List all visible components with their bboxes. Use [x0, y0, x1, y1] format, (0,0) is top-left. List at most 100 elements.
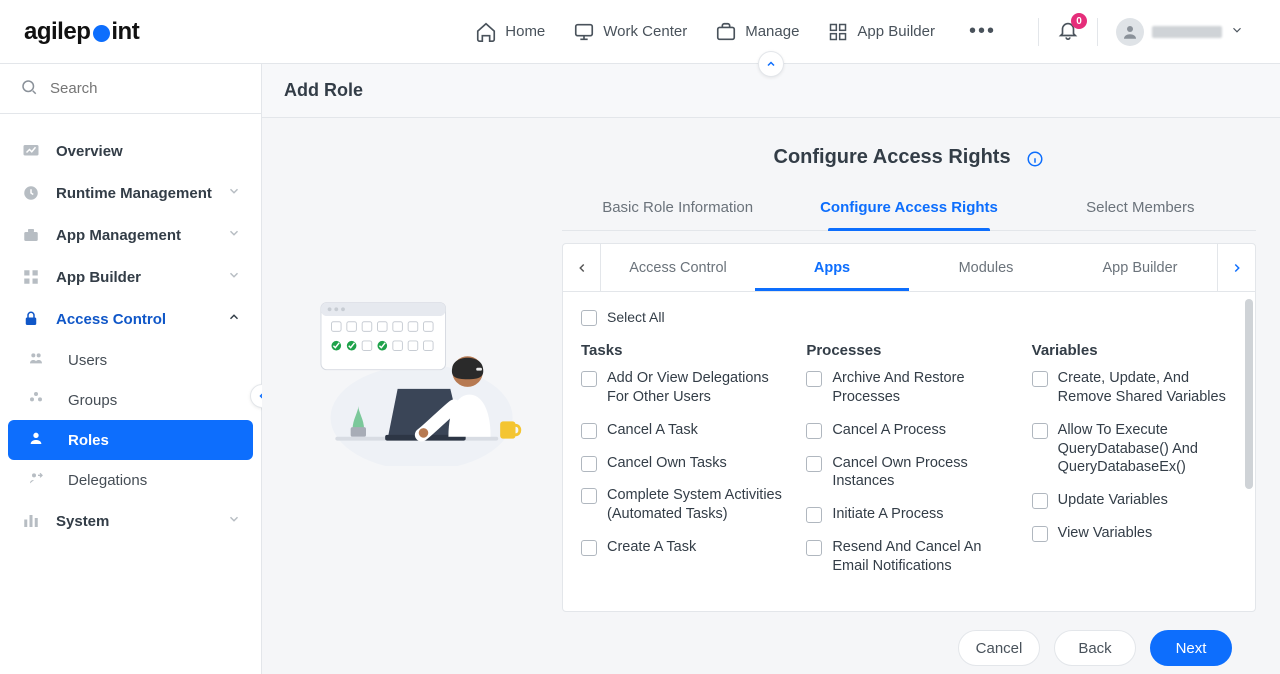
brand-post: int	[111, 18, 139, 46]
perm-label: Add Or View Delegations For Other Users	[607, 369, 786, 407]
perm-checkbox[interactable]	[1032, 423, 1048, 439]
back-button[interactable]: Back	[1054, 630, 1136, 666]
cat-tab-label: Apps	[814, 260, 850, 276]
sidebar-item-app-management[interactable]: App Management	[8, 214, 253, 256]
groups-icon	[28, 390, 46, 410]
perm-label: Create, Update, And Remove Shared Variab…	[1058, 369, 1237, 407]
perm-checkbox[interactable]	[1032, 371, 1048, 387]
column-heading: Processes	[806, 342, 1011, 359]
perm-label: Allow To Execute QueryDatabase() And Que…	[1058, 421, 1237, 478]
search-input[interactable]	[48, 79, 241, 98]
briefcase-icon	[715, 21, 737, 43]
perm-label: Update Variables	[1058, 491, 1168, 510]
scrollbar[interactable]	[1245, 299, 1253, 603]
nav-app-builder[interactable]: App Builder	[827, 21, 935, 43]
nav-app-builder-label: App Builder	[857, 23, 935, 40]
step-configure-rights[interactable]: Configure Access Rights	[793, 187, 1024, 230]
divider	[1097, 18, 1098, 46]
nav-manage[interactable]: Manage	[715, 21, 799, 43]
system-icon	[20, 512, 42, 530]
cat-tab-app-builder[interactable]: App Builder	[1063, 246, 1217, 290]
step-basic-info[interactable]: Basic Role Information	[562, 187, 793, 230]
collapse-header-button[interactable]	[758, 51, 784, 77]
sidebar-item-runtime[interactable]: Runtime Management	[8, 172, 253, 214]
next-button[interactable]: Next	[1150, 630, 1232, 666]
nav-more-icon[interactable]: •••	[963, 20, 1002, 43]
notifications-badge: 0	[1071, 13, 1087, 29]
perm-checkbox[interactable]	[806, 423, 822, 439]
nav-work-center[interactable]: Work Center	[573, 21, 687, 43]
sidebar-item-label: Overview	[56, 143, 123, 160]
rights-scroll-area[interactable]: Select All Tasks Add Or View Delegations…	[563, 292, 1255, 611]
perm-checkbox[interactable]	[581, 540, 597, 556]
sidebar-item-overview[interactable]: Overview	[8, 130, 253, 172]
lock-icon	[20, 310, 42, 328]
category-prev-button[interactable]	[563, 244, 601, 291]
perm-checkbox[interactable]	[806, 540, 822, 556]
column-processes: Processes Archive And Restore Processes …	[806, 336, 1011, 590]
user-menu[interactable]	[1116, 18, 1256, 46]
sidebar-item-access-control[interactable]: Access Control	[8, 298, 253, 340]
perm-checkbox[interactable]	[1032, 493, 1048, 509]
column-variables: Variables Create, Update, And Remove Sha…	[1032, 336, 1237, 590]
page-title: Add Role	[284, 80, 363, 100]
sidebar-sub-label: Users	[68, 352, 107, 369]
cat-tab-modules[interactable]: Modules	[909, 246, 1063, 290]
step-label: Select Members	[1086, 199, 1194, 216]
nav-work-center-label: Work Center	[603, 23, 687, 40]
select-all-checkbox[interactable]	[581, 310, 597, 326]
cat-tab-access-control[interactable]: Access Control	[601, 246, 755, 290]
sidebar-item-label: System	[56, 513, 109, 530]
perm-label: Archive And Restore Processes	[832, 369, 1011, 407]
nav-home[interactable]: Home	[475, 21, 545, 43]
perm-label: View Variables	[1058, 524, 1153, 543]
perm-checkbox[interactable]	[806, 371, 822, 387]
chevron-down-icon	[227, 184, 241, 202]
step-label: Basic Role Information	[602, 199, 753, 216]
cat-tab-apps[interactable]: Apps	[755, 246, 909, 290]
perm-label: Cancel A Task	[607, 421, 698, 440]
sidebar-item-label: Access Control	[56, 311, 166, 328]
sidebar-item-system[interactable]: System	[8, 500, 253, 542]
divider	[1038, 18, 1039, 46]
nav-manage-label: Manage	[745, 23, 799, 40]
category-next-button[interactable]	[1217, 244, 1255, 291]
perm-label: Create A Task	[607, 538, 696, 557]
search-icon	[20, 78, 38, 99]
sidebar-sub-delegations[interactable]: Delegations	[8, 460, 253, 500]
sidebar-sub-users[interactable]: Users	[8, 340, 253, 380]
sidebar-item-app-builder[interactable]: App Builder	[8, 256, 253, 298]
header-right: 0	[1038, 18, 1256, 46]
monitor-icon	[573, 21, 595, 43]
perm-checkbox[interactable]	[581, 371, 597, 387]
select-all-label: Select All	[607, 309, 665, 325]
avatar-icon	[1116, 18, 1144, 46]
perm-checkbox[interactable]	[581, 456, 597, 472]
wizard-stepper: Basic Role Information Configure Access …	[562, 187, 1256, 231]
chevron-up-icon	[227, 310, 241, 328]
chart-icon	[20, 142, 42, 160]
wizard-footer: Cancel Back Next	[562, 612, 1256, 666]
perm-label: Cancel A Process	[832, 421, 946, 440]
perm-checkbox[interactable]	[581, 488, 597, 504]
nav-home-label: Home	[505, 23, 545, 40]
chevron-down-icon	[227, 268, 241, 286]
column-heading: Tasks	[581, 342, 786, 359]
sidebar-search[interactable]	[0, 64, 261, 114]
sidebar-sub-groups[interactable]: Groups	[8, 380, 253, 420]
top-header: agilep int Home Work Center Manage	[0, 0, 1280, 64]
cancel-button[interactable]: Cancel	[958, 630, 1040, 666]
perm-checkbox[interactable]	[581, 423, 597, 439]
chevron-down-icon	[227, 512, 241, 530]
sidebar-sub-label: Roles	[68, 432, 109, 449]
step-select-members[interactable]: Select Members	[1025, 187, 1256, 230]
sidebar-sub-label: Groups	[68, 392, 117, 409]
perm-checkbox[interactable]	[806, 456, 822, 472]
info-icon[interactable]	[1026, 150, 1044, 168]
perm-checkbox[interactable]	[806, 507, 822, 523]
sidebar-sub-roles[interactable]: Roles	[8, 420, 253, 460]
perm-checkbox[interactable]	[1032, 526, 1048, 542]
top-nav: Home Work Center Manage App Builder •••	[475, 20, 1002, 43]
perm-label: Resend And Cancel An Email Notifications	[832, 538, 1011, 576]
notifications-button[interactable]: 0	[1057, 19, 1079, 44]
